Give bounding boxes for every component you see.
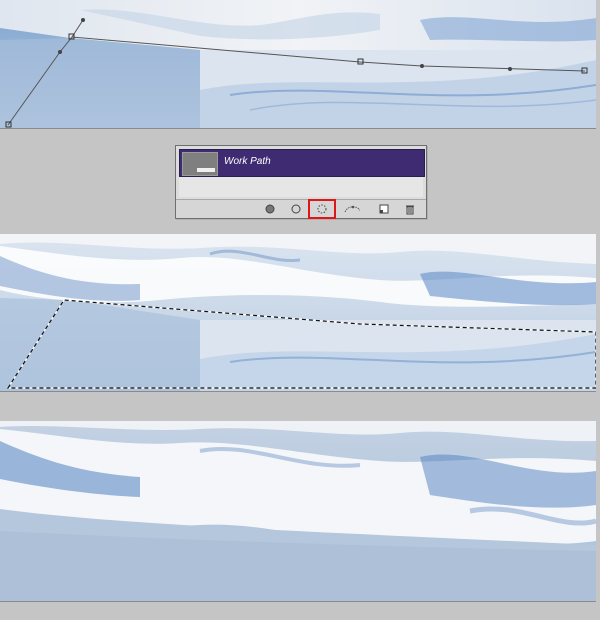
delete-path-icon[interactable] [402,202,418,216]
step3-final-result-image [0,421,596,602]
paths-palette: Work Path [175,145,427,219]
step1-image-with-path [0,0,596,129]
make-work-path-icon[interactable] [344,202,360,216]
load-path-as-selection-icon[interactable] [308,199,336,219]
paths-palette-footer [176,199,426,219]
path-thumbnail [182,152,218,176]
new-path-icon[interactable] [376,202,392,216]
path-name-label: Work Path [224,156,271,167]
path-row-work-path[interactable]: Work Path [179,149,425,177]
step2-image-with-selection [0,234,596,392]
fill-path-icon[interactable] [262,202,278,216]
stroke-path-icon[interactable] [288,202,304,216]
paths-list-empty-area [179,177,423,197]
